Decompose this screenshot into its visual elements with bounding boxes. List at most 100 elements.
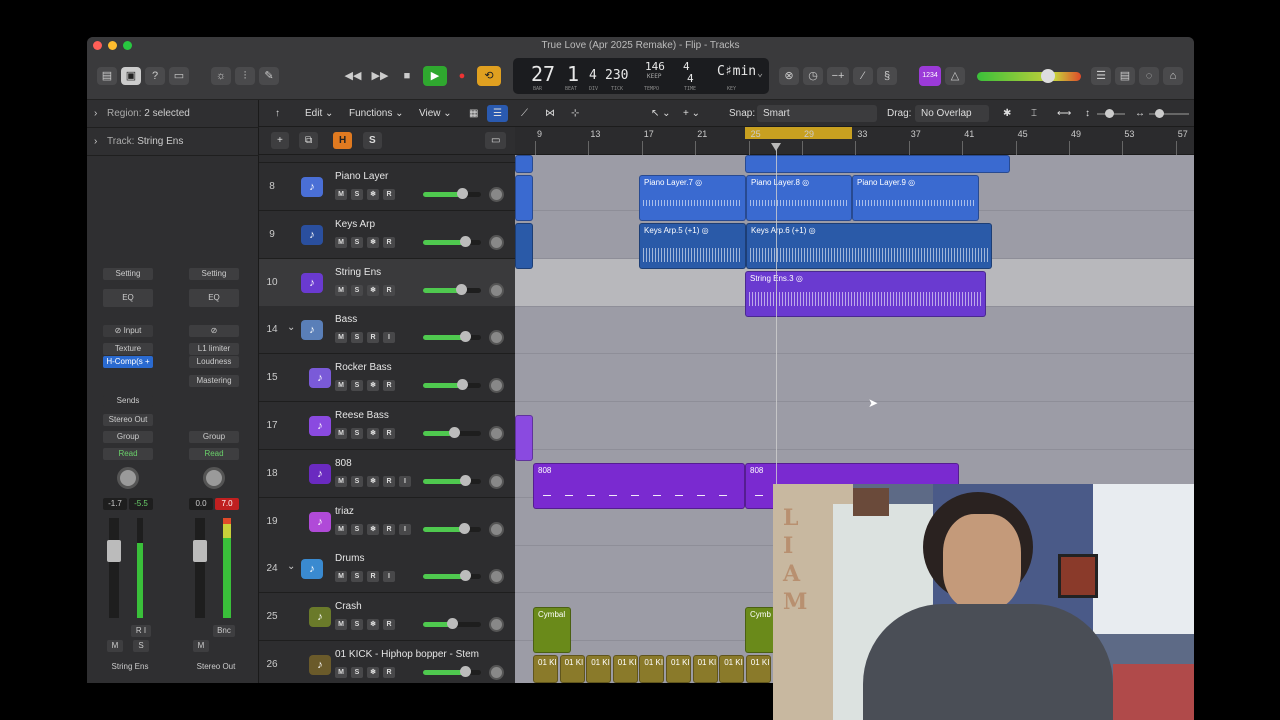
region-kick[interactable]: 01 KI bbox=[745, 655, 771, 683]
cymbal-icon[interactable]: ♪ bbox=[309, 607, 331, 628]
track-button[interactable]: I bbox=[399, 475, 411, 487]
view-menu[interactable]: View ⌄ bbox=[413, 105, 458, 122]
timeline-ruler[interactable]: 9 13 17 21 25 29 33 37 41 45 49 53 57 bbox=[515, 127, 1194, 155]
horizontal-zoom-knob[interactable] bbox=[1155, 109, 1164, 118]
track-volume-slider[interactable] bbox=[423, 474, 481, 486]
forward-button[interactable]: ▶▶ bbox=[368, 66, 392, 86]
track-inspector-row[interactable]: › Track: String Ens bbox=[87, 128, 259, 156]
region-piano-7[interactable]: Piano Layer.7 ◎ bbox=[639, 175, 746, 221]
region-keys-5[interactable]: Keys Arp.5 (+1) ◎ bbox=[639, 223, 746, 269]
track-button[interactable]: R bbox=[383, 284, 395, 296]
track-volume-slider[interactable] bbox=[423, 427, 481, 438]
list-editors-icon[interactable]: ☰ bbox=[1091, 67, 1111, 85]
minimize-window-button[interactable] bbox=[108, 41, 117, 50]
output-slot[interactable]: Stereo Out bbox=[103, 414, 153, 426]
input-slot[interactable]: ⊘ Input bbox=[103, 325, 153, 337]
synth-icon[interactable]: ♪ bbox=[309, 511, 331, 532]
count-in-icon[interactable]: ⁄ bbox=[853, 67, 873, 85]
track-button[interactable]: M bbox=[335, 571, 347, 583]
track-pan-knob[interactable] bbox=[489, 330, 504, 346]
volume-readout[interactable]: 0.0 bbox=[189, 498, 213, 510]
volume-fader[interactable] bbox=[193, 518, 207, 618]
track-pan-knob[interactable] bbox=[489, 521, 504, 537]
eq-button[interactable]: EQ bbox=[189, 289, 239, 307]
volume-knob[interactable] bbox=[458, 522, 470, 534]
track-button[interactable]: S bbox=[351, 189, 363, 200]
fx-slot-texture[interactable]: Texture bbox=[103, 343, 153, 355]
group-slot[interactable]: Group bbox=[189, 431, 239, 443]
region-808-a[interactable]: 808 bbox=[533, 463, 745, 509]
eq-button[interactable]: EQ bbox=[103, 289, 153, 307]
track-button[interactable]: R bbox=[367, 571, 379, 583]
track-name[interactable]: Bass bbox=[335, 314, 357, 325]
track-pan-knob[interactable] bbox=[489, 378, 504, 394]
setting-button[interactable]: Setting bbox=[103, 268, 153, 280]
volume-knob[interactable] bbox=[456, 283, 468, 295]
waveform-zoom-icon[interactable]: ✱ bbox=[997, 105, 1017, 122]
fx-slot-mastering[interactable]: Mastering bbox=[189, 375, 239, 387]
fader-cap[interactable] bbox=[107, 540, 121, 562]
secondary-tool-icon[interactable]: + ⌄ bbox=[677, 105, 706, 122]
piano-icon[interactable]: ♪ bbox=[301, 177, 323, 197]
track-volume-slider[interactable] bbox=[423, 666, 481, 677]
fx-slot-l1[interactable]: L1 limiter bbox=[189, 343, 239, 355]
quick-help-icon[interactable]: ? bbox=[145, 67, 165, 85]
lcd-display[interactable]: 27 BAR 1 BEAT 4 DIV 230 TICK 146 KEEP TE… bbox=[513, 58, 769, 94]
region-keys-6[interactable]: Keys Arp.6 (+1) ◎ bbox=[746, 223, 992, 269]
region-strings-3[interactable]: String Ens.3 ◎ bbox=[745, 271, 986, 317]
region-keys-stub[interactable] bbox=[515, 223, 533, 269]
region-top-left[interactable] bbox=[515, 155, 533, 173]
hide-button[interactable]: H bbox=[333, 132, 353, 149]
vertical-fit-icon[interactable]: ⌶ bbox=[1025, 105, 1043, 122]
track-button[interactable]: ❄ bbox=[367, 475, 379, 487]
volume-knob[interactable] bbox=[457, 379, 469, 391]
region-kick[interactable]: 01 KI bbox=[666, 655, 691, 683]
volume-knob[interactable] bbox=[459, 235, 471, 247]
track-button[interactable]: ❄ bbox=[367, 380, 379, 392]
track-button[interactable]: M bbox=[335, 523, 347, 535]
back-icon[interactable]: ↑ bbox=[275, 100, 280, 127]
volume-knob[interactable] bbox=[459, 474, 471, 486]
group-slot[interactable]: Group bbox=[103, 431, 153, 443]
track-button[interactable]: R bbox=[383, 523, 395, 535]
track-button[interactable]: R bbox=[383, 428, 395, 439]
track-name[interactable]: String Ens bbox=[335, 267, 381, 278]
pan-knob[interactable] bbox=[203, 467, 225, 489]
mute-button[interactable]: M bbox=[193, 640, 209, 652]
pan-knob[interactable] bbox=[117, 467, 139, 489]
track-header[interactable]: 17 ♪ Reese Bass M S ❄ R bbox=[259, 402, 515, 450]
track-button[interactable]: ❄ bbox=[367, 428, 379, 439]
bass-icon[interactable]: ♪ bbox=[309, 368, 331, 389]
track-pan-knob[interactable] bbox=[489, 569, 504, 585]
track-volume-slider[interactable] bbox=[423, 235, 481, 247]
loop-browser-icon[interactable]: ◌ bbox=[1139, 67, 1159, 85]
edit-menu[interactable]: Edit ⌄ bbox=[299, 105, 339, 122]
track-button[interactable]: M bbox=[335, 619, 347, 631]
track-header[interactable]: 14 ⌄ ♪ Bass M S R I bbox=[259, 306, 515, 355]
notepad-icon[interactable]: ▤ bbox=[1115, 67, 1135, 85]
stop-button[interactable]: ■ bbox=[395, 66, 419, 86]
track-pan-knob[interactable] bbox=[489, 617, 504, 633]
fx-slot-hcomp[interactable]: H-Comp(s + bbox=[103, 356, 153, 368]
track-volume-slider[interactable] bbox=[423, 379, 481, 391]
count-in-badge[interactable]: 1234 bbox=[919, 66, 941, 86]
track-button[interactable]: S bbox=[351, 380, 363, 392]
track-button[interactable]: S bbox=[351, 571, 363, 583]
track-button[interactable]: M bbox=[335, 236, 347, 248]
track-button[interactable]: I bbox=[399, 523, 411, 535]
fx-slot-loudness[interactable]: Loudness bbox=[189, 356, 239, 368]
track-volume-slider[interactable] bbox=[423, 331, 481, 343]
track-pan-knob[interactable] bbox=[489, 473, 504, 489]
track-button[interactable]: R bbox=[383, 619, 395, 631]
global-solo-button[interactable]: S bbox=[363, 132, 382, 149]
catch-icon[interactable]: ⊹ bbox=[565, 105, 585, 122]
replace-icon[interactable]: ⊗ bbox=[779, 67, 799, 85]
track-button[interactable]: ❄ bbox=[367, 619, 379, 631]
drums-folder-icon[interactable]: ♪ bbox=[301, 559, 323, 580]
metronome-icon[interactable]: △ bbox=[945, 67, 965, 85]
track-button[interactable]: R bbox=[383, 380, 395, 392]
track-header[interactable]: 9 ♪ Keys Arp M S ❄ R bbox=[259, 210, 515, 259]
track-pan-knob[interactable] bbox=[489, 187, 504, 202]
track-pan-knob[interactable] bbox=[489, 234, 504, 250]
volume-knob[interactable] bbox=[457, 188, 469, 199]
